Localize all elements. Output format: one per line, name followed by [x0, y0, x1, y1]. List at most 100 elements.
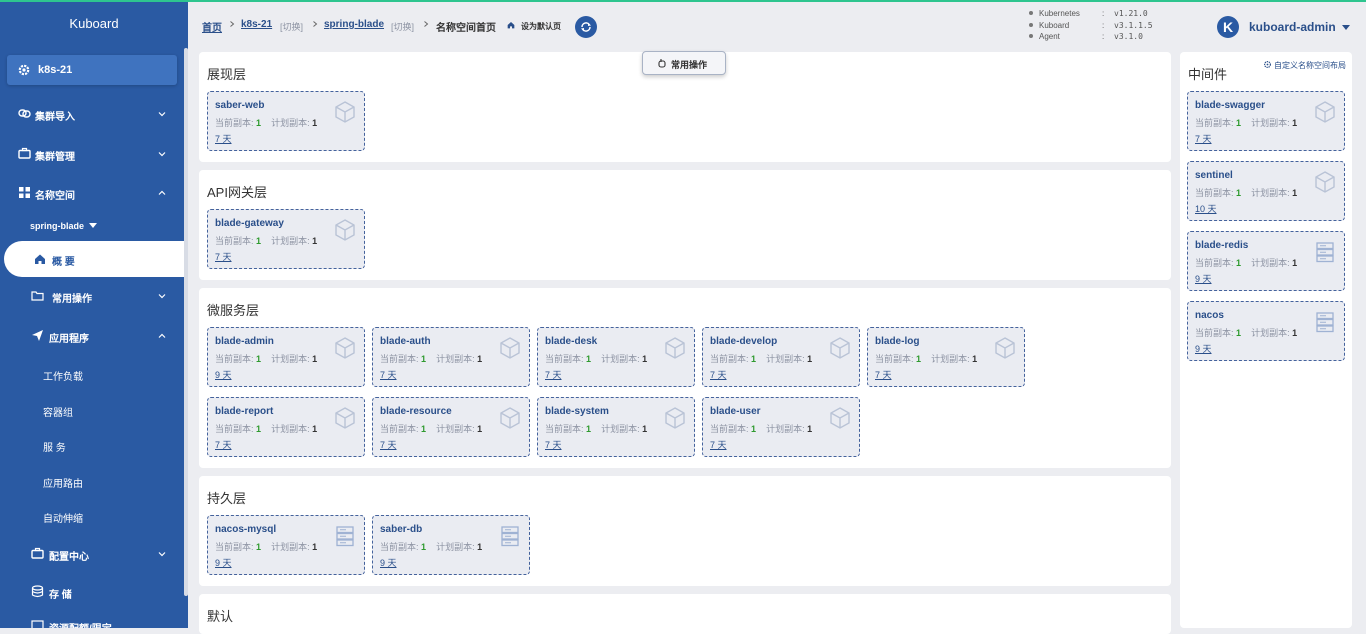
menu-workload[interactable]: 工作负载 — [43, 363, 188, 385]
workload-name[interactable]: saber-db — [380, 524, 422, 535]
workload-name[interactable]: blade-user — [710, 406, 761, 417]
breadcrumb-switch-cluster[interactable]: [切换] — [280, 20, 303, 33]
workload-card[interactable]: blade-swagger 当前副本: 1 计划副本: 1 7 天 — [1187, 91, 1345, 151]
refresh-button[interactable] — [575, 16, 597, 38]
workload-name[interactable]: blade-resource — [380, 406, 452, 417]
menu-common-ops[interactable]: 常用操作 — [0, 284, 186, 308]
workload-name[interactable]: blade-desk — [545, 336, 597, 347]
replica-stats: 当前副本: 1 计划副本: 1 — [1195, 328, 1298, 338]
menu-pods[interactable]: 容器组 — [43, 399, 188, 421]
server-icon — [1316, 312, 1334, 333]
menu-routes[interactable]: 应用路由 — [43, 470, 188, 492]
menu-services[interactable]: 服 务 — [43, 434, 188, 456]
workload-card[interactable]: blade-desk 当前副本: 1 计划副本: 1 7 天 — [537, 327, 695, 387]
workload-card[interactable]: saber-db 当前副本: 1 计划副本: 1 9 天 — [372, 515, 530, 575]
user-menu[interactable]: kuboard-admin — [1249, 20, 1336, 34]
workload-card[interactable]: blade-auth 当前副本: 1 计划副本: 1 7 天 — [372, 327, 530, 387]
workload-age[interactable]: 7 天 — [1195, 132, 1212, 145]
folder-icon — [31, 291, 44, 301]
workload-age[interactable]: 10 天 — [1195, 202, 1217, 215]
workload-name[interactable]: blade-swagger — [1195, 100, 1265, 111]
workload-name[interactable]: blade-gateway — [215, 218, 284, 229]
breadcrumb-namespace[interactable]: spring-blade — [324, 19, 384, 30]
workload-card[interactable]: blade-redis 当前副本: 1 计划副本: 1 9 天 — [1187, 231, 1345, 291]
workload-card[interactable]: blade-resource 当前副本: 1 计划副本: 1 7 天 — [372, 397, 530, 457]
workload-age[interactable]: 9 天 — [1195, 272, 1212, 285]
replica-stats: 当前副本: 1 计划副本: 1 — [215, 236, 318, 246]
workload-name[interactable]: blade-log — [875, 336, 919, 347]
workload-name[interactable]: nacos-mysql — [215, 524, 276, 535]
workload-age[interactable]: 7 天 — [875, 368, 892, 381]
workload-age[interactable]: 7 天 — [545, 438, 562, 451]
home-icon — [35, 254, 45, 264]
menu-namespace[interactable]: 名称空间 — [0, 181, 186, 205]
workload-age[interactable]: 9 天 — [215, 368, 232, 381]
workload-name[interactable]: blade-redis — [1195, 240, 1248, 251]
menu-quota[interactable]: 资源配额/限定 — [0, 614, 186, 628]
current-replicas: 1 — [1236, 258, 1242, 268]
breadcrumb-switch-namespace[interactable]: [切换] — [391, 20, 414, 33]
planned-replicas: 1 — [1292, 258, 1298, 268]
planned-replicas: 1 — [312, 236, 318, 246]
workload-card[interactable]: nacos-mysql 当前副本: 1 计划副本: 1 9 天 — [207, 515, 365, 575]
breadcrumb-cluster[interactable]: k8s-21 — [241, 19, 272, 30]
workload-age[interactable]: 7 天 — [710, 368, 727, 381]
workload-card[interactable]: blade-develop 当前副本: 1 计划副本: 1 7 天 — [702, 327, 860, 387]
workload-name[interactable]: nacos — [1195, 310, 1224, 321]
planned-replicas: 1 — [807, 354, 813, 364]
workload-age[interactable]: 7 天 — [215, 250, 232, 263]
workload-card[interactable]: saber-web 当前副本: 1 计划副本: 1 7 天 — [207, 91, 365, 151]
set-default-page-link[interactable]: 设为默认页 — [521, 21, 561, 32]
common-ops-button[interactable]: 常用操作 — [642, 51, 726, 75]
menu-autoscale[interactable]: 自动伸缩 — [43, 505, 188, 527]
status-dot — [1029, 34, 1033, 38]
namespace-selector[interactable]: spring-blade — [30, 221, 84, 231]
link-icon — [18, 109, 31, 118]
workload-name[interactable]: saber-web — [215, 100, 264, 111]
menu-overview[interactable]: 概 要 — [4, 241, 186, 277]
workload-card[interactable]: blade-user 当前副本: 1 计划副本: 1 7 天 — [702, 397, 860, 457]
workload-age[interactable]: 7 天 — [380, 368, 397, 381]
avatar[interactable]: K — [1217, 16, 1239, 38]
workload-name[interactable]: blade-auth — [380, 336, 431, 347]
cluster-selector[interactable]: k8s-21 — [7, 55, 177, 85]
caret-down-icon[interactable] — [1342, 25, 1350, 30]
menu-cluster-import[interactable]: 集群导入 — [0, 102, 186, 126]
workload-age[interactable]: 7 天 — [710, 438, 727, 451]
menu-apps[interactable]: 应用程序 — [0, 324, 186, 348]
workload-card[interactable]: sentinel 当前副本: 1 计划副本: 1 10 天 — [1187, 161, 1345, 221]
workload-card[interactable]: nacos 当前副本: 1 计划副本: 1 9 天 — [1187, 301, 1345, 361]
workload-age[interactable]: 7 天 — [380, 438, 397, 451]
workload-card[interactable]: blade-log 当前副本: 1 计划副本: 1 7 天 — [867, 327, 1025, 387]
workload-age[interactable]: 9 天 — [215, 556, 232, 569]
workload-age[interactable]: 9 天 — [1195, 342, 1212, 355]
workload-card[interactable]: blade-report 当前副本: 1 计划副本: 1 7 天 — [207, 397, 365, 457]
menu-storage[interactable]: 存 储 — [0, 580, 186, 604]
workload-age[interactable]: 7 天 — [215, 438, 232, 451]
current-replicas: 1 — [256, 424, 262, 434]
workload-age[interactable]: 7 天 — [545, 368, 562, 381]
workload-name[interactable]: blade-admin — [215, 336, 274, 347]
version-value-agent: v3.1.0 — [1114, 32, 1143, 41]
caret-down-icon[interactable] — [89, 223, 97, 228]
app-title: Kuboard — [69, 16, 119, 31]
workload-age[interactable]: 9 天 — [380, 556, 397, 569]
workload-name[interactable]: blade-report — [215, 406, 273, 417]
current-replicas: 1 — [256, 236, 262, 246]
current-replicas: 1 — [421, 354, 427, 364]
replica-stats: 当前副本: 1 计划副本: 1 — [215, 424, 318, 434]
chevron-up-icon — [158, 190, 166, 195]
workload-name[interactable]: blade-develop — [710, 336, 777, 347]
cube-icon — [830, 407, 850, 429]
workload-card[interactable]: blade-system 当前副本: 1 计划副本: 1 7 天 — [537, 397, 695, 457]
menu-config[interactable]: 配置中心 — [0, 542, 186, 566]
version-name-kubernetes: Kubernetes — [1039, 9, 1080, 18]
workload-age[interactable]: 7 天 — [215, 132, 232, 145]
breadcrumb-home[interactable]: 首页 — [202, 19, 222, 34]
workload-name[interactable]: sentinel — [1195, 170, 1233, 181]
workload-card[interactable]: blade-gateway 当前副本: 1 计划副本: 1 7 天 — [207, 209, 365, 269]
menu-cluster-manage[interactable]: 集群管理 — [0, 142, 186, 166]
workload-card[interactable]: blade-admin 当前副本: 1 计划副本: 1 9 天 — [207, 327, 365, 387]
sidebar-scrollbar[interactable] — [184, 48, 188, 596]
workload-name[interactable]: blade-system — [545, 406, 609, 417]
